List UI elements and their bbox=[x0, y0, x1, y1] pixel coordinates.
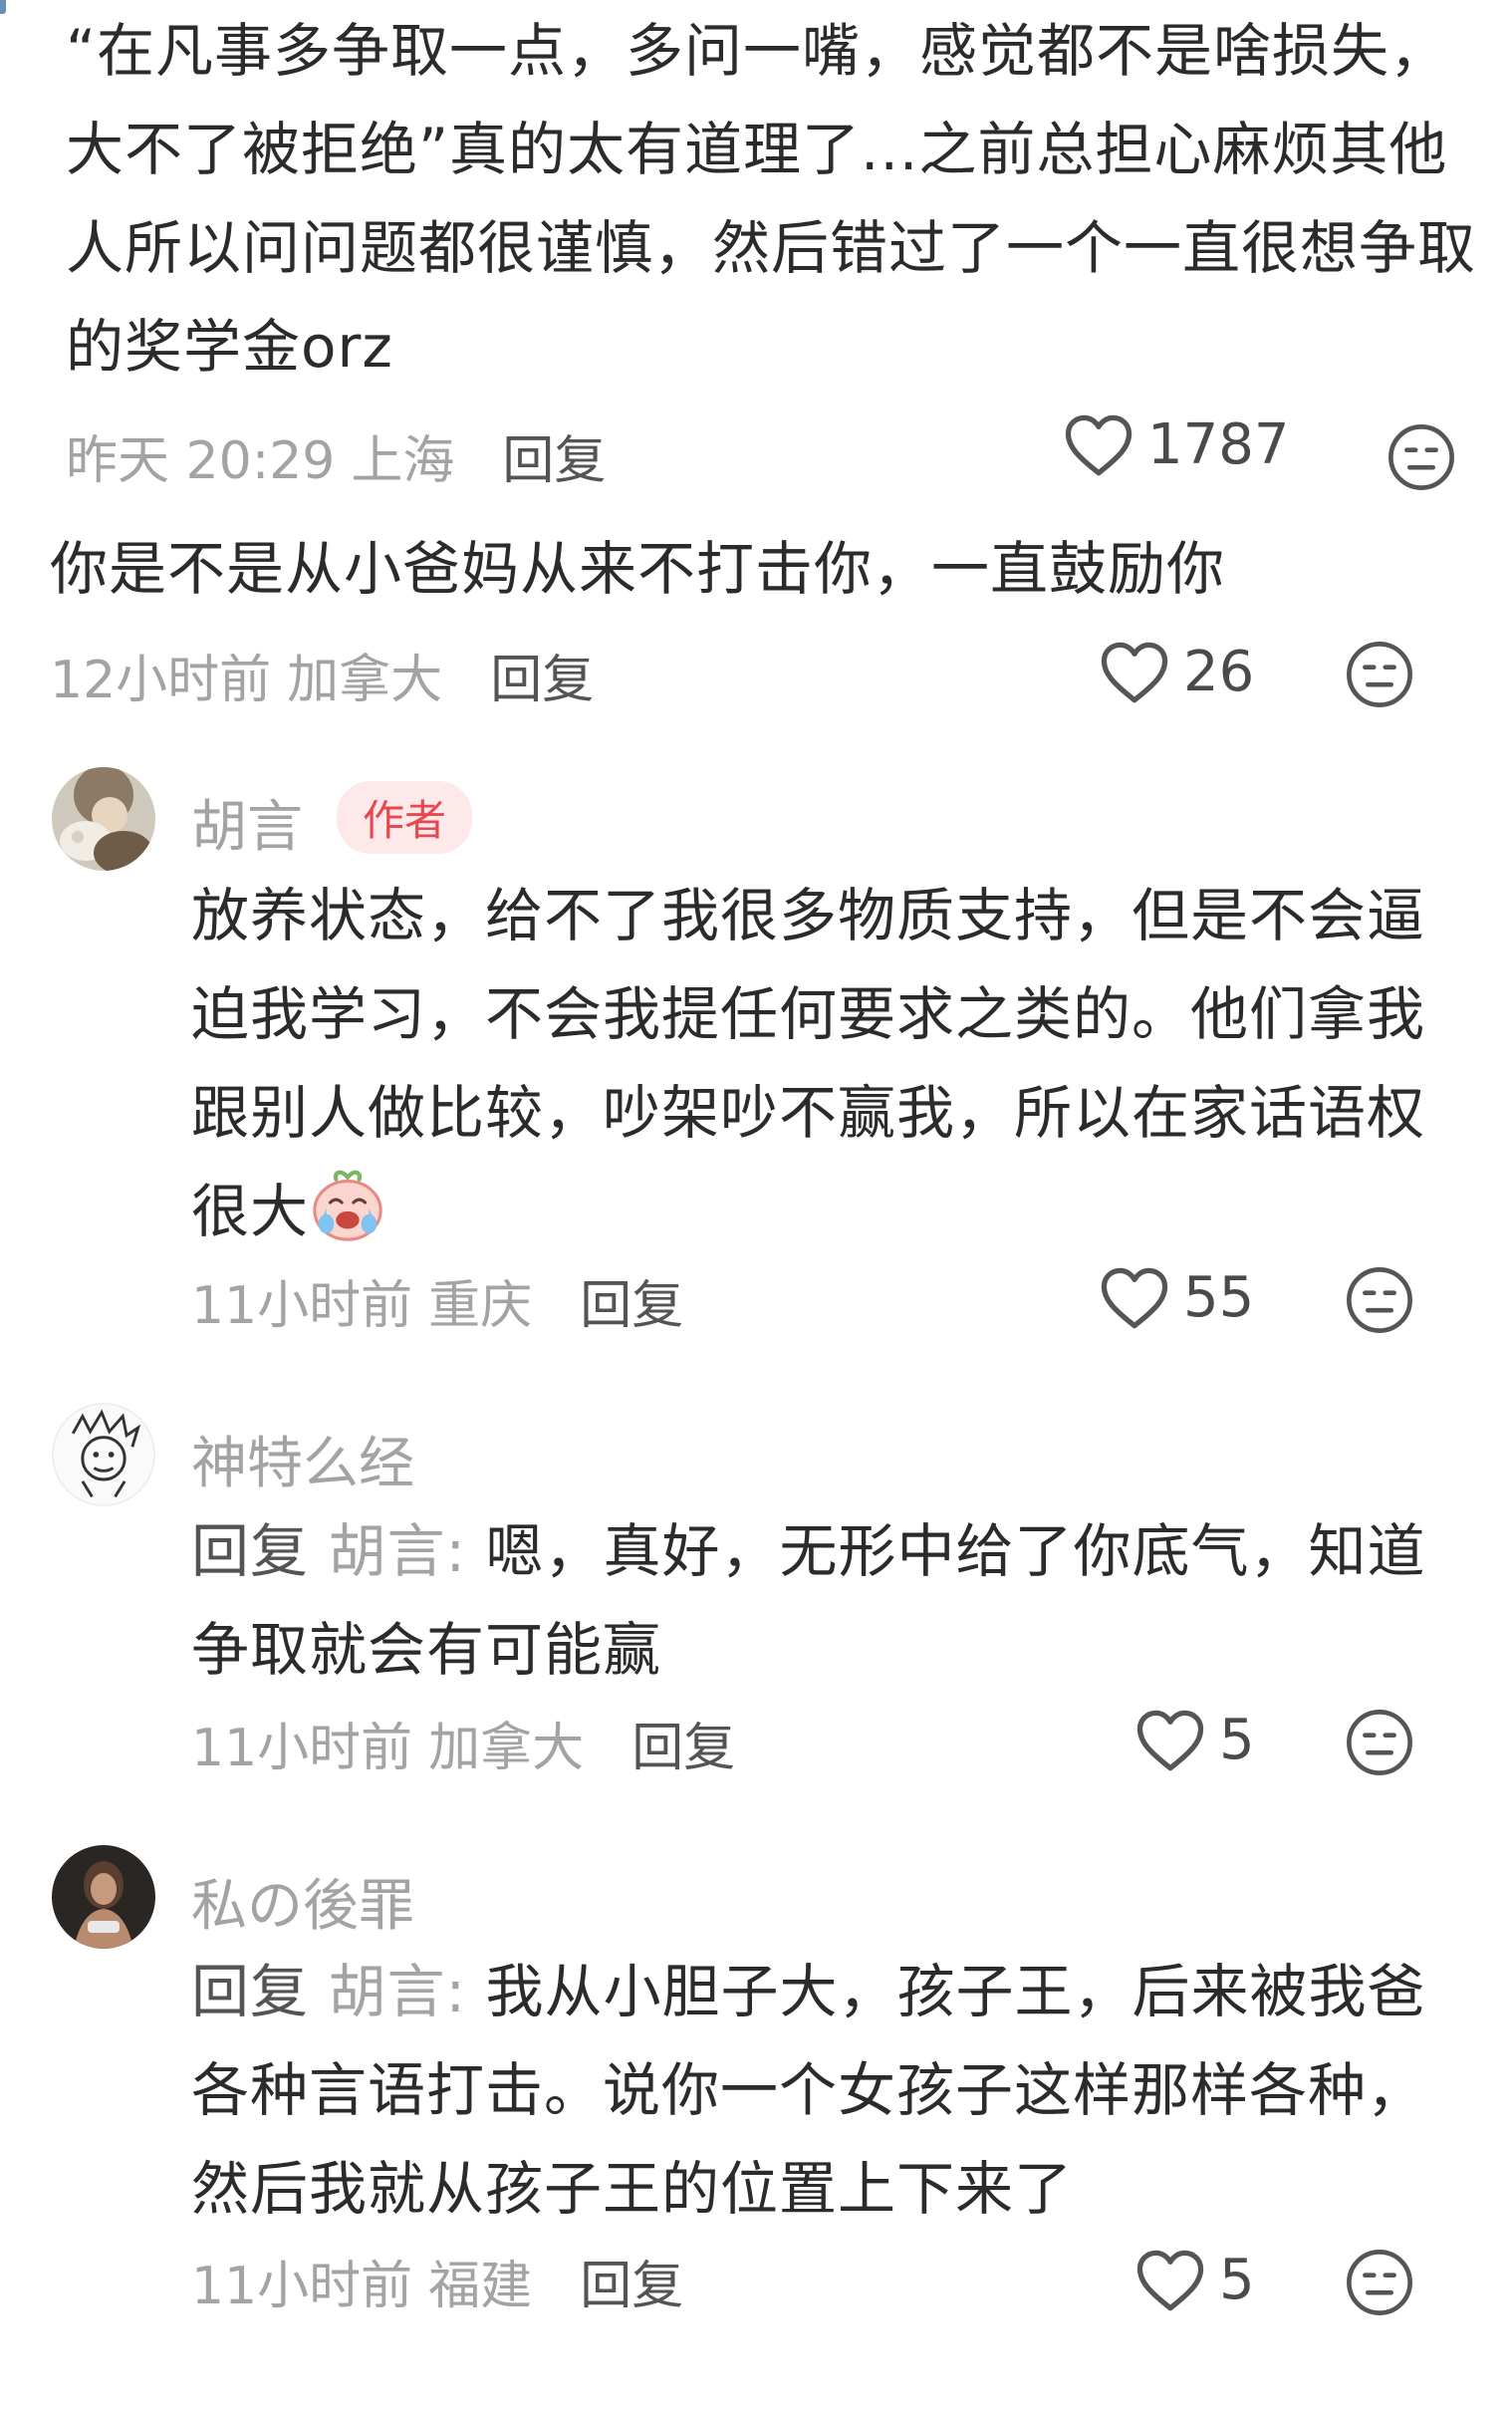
reply-prefix: 回复 bbox=[191, 1517, 310, 1585]
crying-laughing-peach-emoji bbox=[313, 1170, 382, 1241]
comment-meta: 11小时前 加拿大 回复 bbox=[191, 1706, 735, 1780]
meh-face-icon[interactable] bbox=[1345, 2248, 1414, 2317]
avatar[interactable] bbox=[52, 1845, 155, 1949]
reply-target-user[interactable]: 胡言: bbox=[328, 1958, 466, 2025]
comment-time: 11小时前 bbox=[191, 1719, 413, 1778]
reply-target-user[interactable]: 胡言: bbox=[328, 1517, 466, 1585]
comment-text: 回复 胡言: 我从小胆子大，孩子王，后来被我爸各种言语打击。说你一个女孩子这样那… bbox=[191, 1943, 1446, 2239]
avatar-image bbox=[54, 1405, 153, 1504]
heart-outline-icon bbox=[1101, 642, 1168, 702]
avatar[interactable] bbox=[52, 1403, 155, 1506]
avatar[interactable] bbox=[52, 767, 155, 871]
comment-meta: 12小时前 加拿大 回复 bbox=[50, 638, 594, 712]
comment-text: 回复 胡言: 嗯，真好，无形中给了你底气，知道争取就会有可能赢 bbox=[191, 1502, 1446, 1700]
comment-time: 11小时前 bbox=[191, 1276, 413, 1336]
reply-prefix: 回复 bbox=[191, 1958, 310, 2025]
comment-location: 加拿大 bbox=[428, 1719, 585, 1778]
reply-button[interactable]: 回复 bbox=[502, 418, 606, 493]
like-button[interactable]: 5 bbox=[1135, 2248, 1255, 2312]
reply-button[interactable]: 回复 bbox=[631, 1706, 735, 1780]
comment-location: 福建 bbox=[428, 2257, 533, 2316]
avatar-image bbox=[52, 767, 155, 871]
avatar-image bbox=[52, 1845, 155, 1949]
comment-location: 上海 bbox=[351, 431, 455, 491]
edge-marker bbox=[0, 0, 6, 14]
comment-text: 放养状态，给不了我很多物质支持，但是不会逼迫我学习，不会我提任何要求之类的。他们… bbox=[191, 867, 1446, 1261]
comment-time: 11小时前 bbox=[191, 2257, 413, 2316]
meh-face-icon[interactable] bbox=[1345, 1265, 1414, 1335]
heart-outline-icon bbox=[1136, 2250, 1204, 2310]
like-button[interactable]: 26 bbox=[1100, 640, 1254, 704]
heart-outline-icon bbox=[1065, 414, 1133, 475]
heart-outline-icon bbox=[1136, 1710, 1204, 1770]
comment-text: 你是不是从小爸妈从来不打击你，一直鼓励你 bbox=[50, 535, 1226, 603]
meh-face-icon[interactable] bbox=[1386, 422, 1456, 492]
comment-text: “在凡事多争取一点，多问一嘴，感觉都不是啥损失，大不了被拒绝”真的太有道理了..… bbox=[66, 17, 1477, 381]
reply-button[interactable]: 回复 bbox=[490, 638, 594, 712]
comment-location: 加拿大 bbox=[287, 651, 443, 710]
comment-meta: 11小时前 福建 回复 bbox=[191, 2244, 683, 2318]
meh-face-icon[interactable] bbox=[1345, 1708, 1414, 1777]
reply-button[interactable]: 回复 bbox=[580, 2244, 683, 2318]
username[interactable]: 神特么经 bbox=[191, 1419, 414, 1499]
like-count: 1787 bbox=[1147, 412, 1290, 477]
comment-meta: 昨天 20:29 上海 回复 bbox=[66, 418, 606, 493]
like-count: 5 bbox=[1219, 2248, 1255, 2312]
comment-location: 重庆 bbox=[428, 1276, 533, 1336]
username[interactable]: 胡言 bbox=[191, 782, 303, 863]
like-button[interactable]: 55 bbox=[1100, 1265, 1254, 1330]
like-count: 26 bbox=[1183, 640, 1255, 704]
comment-meta: 11小时前 重庆 回复 bbox=[191, 1263, 683, 1338]
like-button[interactable]: 5 bbox=[1135, 1708, 1255, 1772]
author-badge: 作者 bbox=[337, 781, 473, 854]
heart-outline-icon bbox=[1101, 1267, 1168, 1328]
like-count: 5 bbox=[1219, 1708, 1255, 1772]
comment-time: 12小时前 bbox=[50, 651, 272, 710]
like-button[interactable]: 1787 bbox=[1064, 412, 1290, 477]
reply-button[interactable]: 回复 bbox=[580, 1263, 683, 1338]
meh-face-icon[interactable] bbox=[1345, 640, 1414, 709]
like-count: 55 bbox=[1183, 1265, 1255, 1330]
comment-time: 昨天 20:29 bbox=[66, 431, 336, 491]
username[interactable]: 私の後罪 bbox=[191, 1861, 414, 1942]
